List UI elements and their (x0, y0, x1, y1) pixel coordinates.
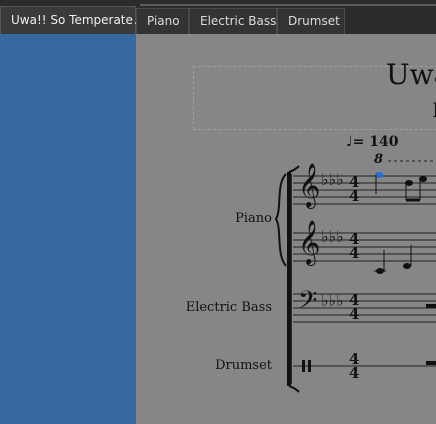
time-sig-denominator: 4 (349, 364, 360, 382)
instrument-name-piano[interactable]: Piano (216, 211, 272, 226)
instrument-name-drumset[interactable]: Drumset (196, 358, 272, 373)
tab-bar: Uwa!! So Temperate♫ Piano Electric Bass … (0, 0, 436, 34)
time-sig-denominator: 4 (349, 244, 360, 262)
instrument-name-electric-bass[interactable]: Electric Bass (166, 300, 272, 315)
time-sig-denominator: 4 (349, 187, 360, 205)
tab-bar-divider (140, 4, 436, 6)
tab-electric-bass[interactable]: Electric Bass (189, 8, 277, 34)
flat-icon: ♭♭♭ (321, 291, 344, 310)
tab-score[interactable]: Uwa!! So Temperate♫ (0, 6, 144, 34)
score-canvas[interactable]: Uwa I ♩= 140 8 (136, 34, 436, 424)
flat-icon: ♭♭♭ (321, 170, 344, 189)
flat-icon: ♭♭♭ (321, 227, 344, 246)
bass-clef-icon: 𝄢 (298, 286, 318, 321)
time-sig-denominator: 4 (349, 305, 360, 323)
left-panel (0, 34, 136, 424)
treble-clef-icon: 𝄞 (298, 163, 321, 207)
staff-lines (274, 160, 436, 393)
treble-clef-icon: 𝄞 (298, 220, 321, 264)
tab-piano[interactable]: Piano (136, 8, 189, 34)
tab-drumset[interactable]: Drumset (277, 8, 345, 34)
